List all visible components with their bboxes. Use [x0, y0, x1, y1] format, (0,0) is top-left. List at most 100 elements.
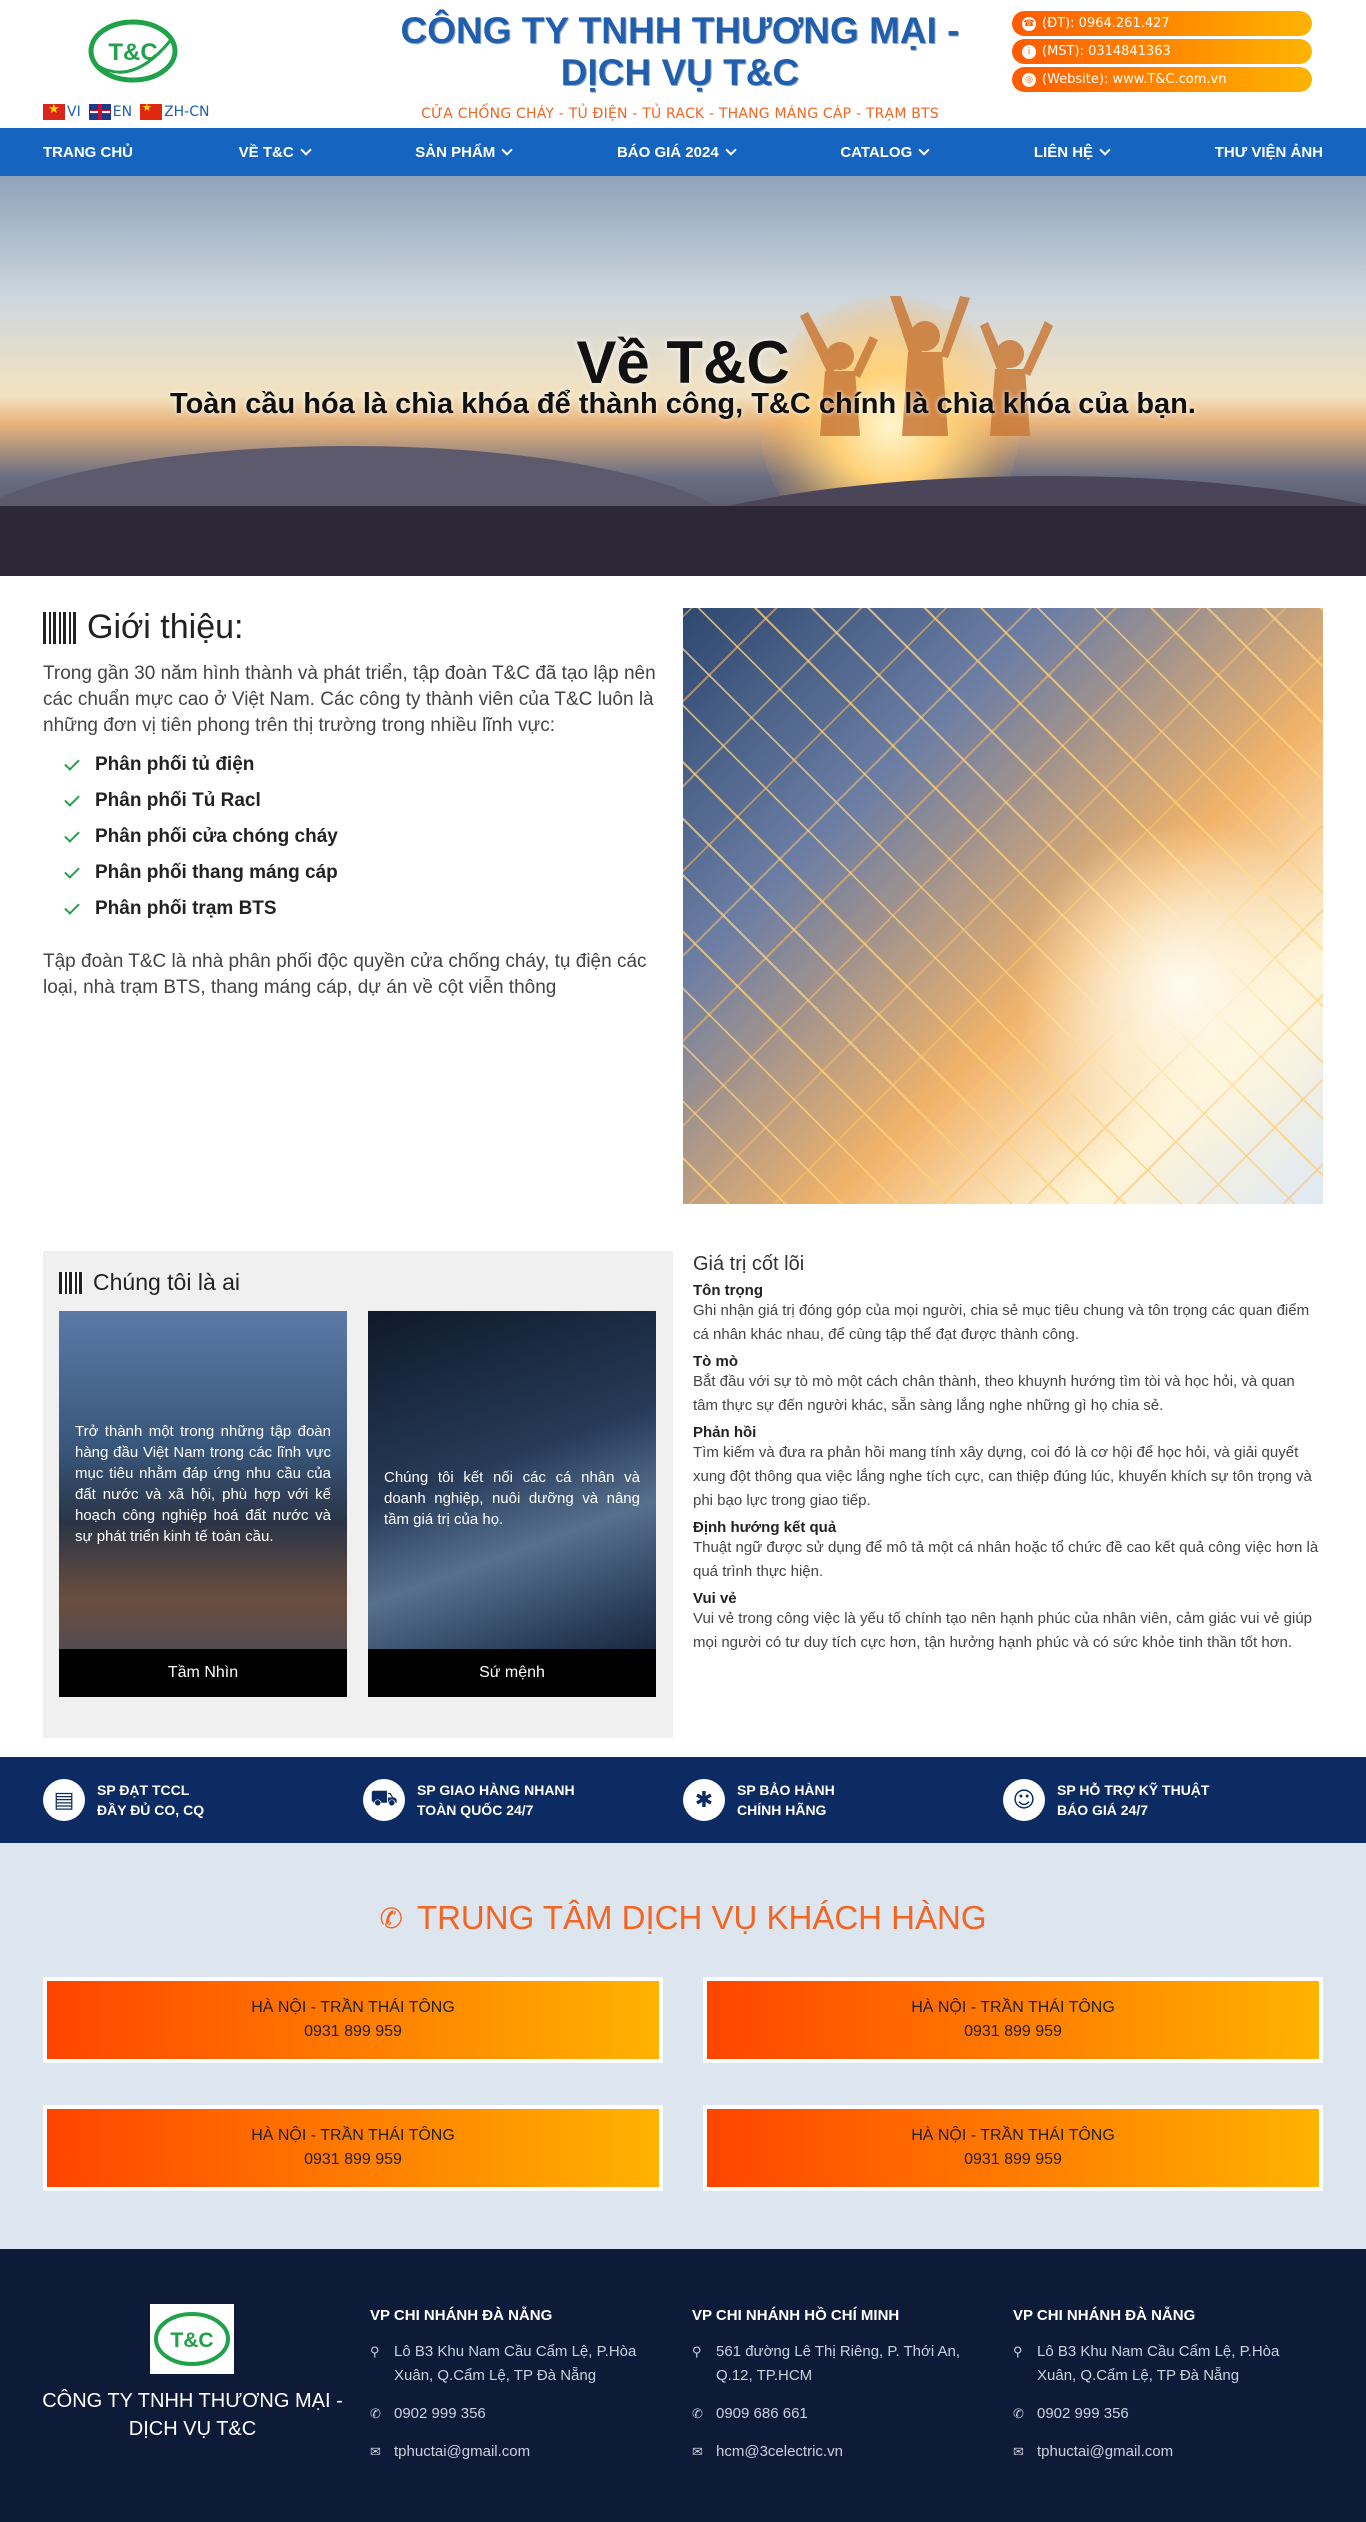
contact-tax-text: (MST): 0314841363: [1042, 44, 1171, 59]
lang-en[interactable]: EN: [88, 104, 133, 120]
nav-label: LIÊN HỆ: [1033, 143, 1094, 161]
logo-text: T&C: [108, 39, 157, 66]
footer-company-name: CÔNG TY TNHH THƯƠNG MẠI - DỊCH VỤ T&C: [30, 2387, 355, 2443]
branch-phone-text: 0909 686 661: [716, 2405, 808, 2422]
company-title: CÔNG TY TNHH THƯƠNG MẠI - DỊCH VỤ T&C: [380, 10, 980, 94]
branch-email[interactable]: ✉ tphuctai@gmail.com: [1013, 2440, 1313, 2464]
list-item-text: Phân phối cửa chóng cháy: [95, 826, 338, 847]
footer-logo-text: T&C: [170, 2329, 213, 2352]
check-icon: [64, 899, 80, 915]
nav-item-about[interactable]: VỀ T&C: [239, 143, 312, 161]
list-item-text: Phân phối Tủ Racl: [95, 790, 261, 811]
intro-paragraph-2: Tập đoàn T&C là nhà phân phối độc quyền …: [43, 951, 647, 998]
branch-phone[interactable]: ✆ 0902 999 356: [370, 2402, 670, 2426]
company-tagline: CỬA CHỐNG CHÁY - TỦ ĐIỆN - TỦ RACK - THA…: [421, 106, 939, 122]
intro-section: Giới thiệu: Trong gần 30 năm hình thành …: [43, 608, 673, 1001]
service-contact-name: HÀ NỘI - TRẦN THÁI TÔNG: [251, 1999, 455, 2016]
nav-item-pricing[interactable]: BÁO GIÁ 2024: [616, 143, 737, 161]
chevron-down-icon: [299, 143, 312, 156]
nav-item-home[interactable]: TRANG CHỦ: [43, 144, 133, 161]
value-description: Thuật ngữ được sử dụng để mô tả một cá n…: [693, 1539, 1319, 1580]
branch-title: VP CHI NHÁNH ĐÀ NẴNG: [370, 2307, 553, 2324]
branch-address: ⚲ Lô B3 Khu Nam Cầu Cẩm Lệ, P.Hòa Xuân, Q…: [370, 2340, 670, 2388]
lang-vi[interactable]: VI: [43, 104, 81, 120]
company-logo[interactable]: T&C: [88, 16, 178, 86]
list-item: Phân phối trạm BTS: [64, 891, 673, 927]
hero-mountain: [0, 506, 1366, 576]
footer-branch-danang-2: VP CHI NHÁNH ĐÀ NẴNG ⚲ Lô B3 Khu Nam Cầu …: [1013, 2307, 1313, 2478]
nav-label: SẢN PHẨM: [415, 143, 496, 161]
feature-quality: ▤ SP ĐẠT TCCL ĐẦY ĐỦ CO, CQ: [43, 1779, 363, 1821]
feature-delivery: ⛟ SP GIAO HÀNG NHANH TOÀN QUỐC 24/7: [363, 1779, 683, 1821]
service-title: ✆ TRUNG TÂM DỊCH VỤ KHÁCH HÀNG: [0, 1899, 1366, 1937]
branch-address-text: Lô B3 Khu Nam Cầu Cẩm Lệ, P.Hòa Xuân, Q.…: [1037, 2343, 1280, 2384]
service-contact-box[interactable]: HÀ NỘI - TRẦN THÁI TÔNG 0931 899 959: [43, 2105, 663, 2191]
branch-address: ⚲ 561 đường Lê Thị Riêng, P. Thới An, Q.1…: [692, 2340, 992, 2388]
value-description: Tìm kiếm và đưa ra phản hồi mang tính xâ…: [693, 1444, 1312, 1509]
who-heading-text: Chúng tôi là ai: [93, 1269, 241, 1295]
service-contact-box[interactable]: HÀ NỘI - TRẦN THÁI TÔNG 0931 899 959: [43, 1977, 663, 2063]
service-contact-name: HÀ NỘI - TRẦN THÁI TÔNG: [251, 2127, 455, 2144]
branch-address-text: Lô B3 Khu Nam Cầu Cẩm Lệ, P.Hòa Xuân, Q.…: [394, 2343, 637, 2384]
company-title-line1: CÔNG TY TNHH THƯƠNG MẠI -: [400, 10, 960, 51]
nav-item-products[interactable]: SẢN PHẨM: [415, 143, 513, 161]
info-icon: i: [1022, 44, 1036, 59]
branch-phone[interactable]: ✆ 0909 686 661: [692, 2402, 992, 2426]
value-name: Tôn trọng: [693, 1282, 763, 1299]
check-icon: [64, 863, 80, 879]
service-contact-box[interactable]: HÀ NỘI - TRẦN THÁI TÔNG 0931 899 959: [703, 2105, 1323, 2191]
branch-phone[interactable]: ✆ 0902 999 356: [1013, 2402, 1313, 2426]
vision-card[interactable]: Trở thành một trong những tập đoàn hàng …: [59, 1311, 347, 1697]
feature-line1: SP GIAO HÀNG NHANH: [417, 1782, 575, 1798]
support-icon: ☺: [1003, 1779, 1045, 1821]
branch-email[interactable]: ✉ tphuctai@gmail.com: [370, 2440, 670, 2464]
email-icon: ✉: [692, 2444, 703, 2459]
branch-address: ⚲ Lô B3 Khu Nam Cầu Cẩm Lệ, P.Hòa Xuân, Q…: [1013, 2340, 1313, 2388]
footer-branch-hcm: VP CHI NHÁNH HỒ CHÍ MINH ⚲ 561 đường Lê T…: [692, 2307, 992, 2478]
feature-line2: ĐẦY ĐỦ CO, CQ: [97, 1802, 205, 1818]
value-name: Định hướng kết quả: [693, 1519, 837, 1536]
chevron-down-icon: [918, 143, 930, 156]
core-values: Giá trị cốt lõi Tôn trọng Ghi nhận giá t…: [693, 1253, 1323, 1655]
footer-logo[interactable]: T&C: [150, 2304, 234, 2374]
lang-en-label: EN: [112, 104, 133, 120]
mission-card[interactable]: Chúng tôi kết nối các cá nhân và doanh n…: [368, 1311, 656, 1697]
value-name: Phản hồi: [693, 1424, 757, 1441]
location-pin-icon: ⚲: [370, 2344, 380, 2359]
feature-support: ☺ SP HỖ TRỢ KỸ THUẬT BÁO GIÁ 24/7: [1003, 1779, 1323, 1821]
chevron-down-icon: [501, 143, 513, 156]
site-header: T&C VI EN ZH-CN CÔNG TY TNHH THƯƠNG MẠI …: [0, 0, 1366, 128]
intro-list: Phân phối tủ điện Phân phối Tủ Racl Phân…: [43, 747, 673, 927]
intro-paragraph: Trong gần 30 năm hình thành và phát triể…: [43, 663, 656, 736]
location-pin-icon: ⚲: [1013, 2344, 1023, 2359]
intro-heading: Giới thiệu:: [43, 608, 673, 647]
branch-email[interactable]: ✉ hcm@3celectric.vn: [692, 2440, 992, 2464]
phone-icon: ✆: [379, 1902, 403, 1934]
footer-company-line2: DỊCH VỤ T&C: [128, 2418, 257, 2440]
list-item-text: Phân phối tủ điện: [95, 754, 255, 775]
hero-title: Về T&C: [576, 329, 790, 396]
nav-item-gallery[interactable]: THƯ VIỆN ẢNH: [1215, 144, 1323, 161]
intro-heading-text: Giới thiệu:: [87, 608, 244, 646]
branch-email-text: hcm@3celectric.vn: [716, 2443, 843, 2460]
contact-phone-text: (ĐT): 0964.261.427: [1042, 16, 1170, 31]
contact-tax[interactable]: i (MST): 0314841363: [1012, 39, 1312, 64]
who-we-are-section: Chúng tôi là ai Trở thành một trong nhữn…: [43, 1251, 673, 1738]
lang-zh-label: ZH-CN: [164, 104, 210, 120]
chevron-down-icon: [725, 143, 737, 156]
contact-website[interactable]: ◎ (Website): www.T&C.com.vn: [1012, 67, 1312, 92]
mission-label: Sứ mệnh: [368, 1649, 656, 1697]
feature-line1: SP ĐẠT TCCL: [97, 1782, 190, 1798]
contact-phone[interactable]: ☎ (ĐT): 0964.261.427: [1012, 11, 1312, 36]
nav-item-contact[interactable]: LIÊN HỆ: [1033, 143, 1111, 161]
lang-zh[interactable]: ZH-CN: [140, 104, 209, 120]
list-item-text: Phân phối thang máng cáp: [95, 862, 338, 883]
feature-line1: SP BẢO HÀNH: [737, 1782, 835, 1798]
value-description: Ghi nhận giá trị đóng góp của mọi người,…: [693, 1302, 1310, 1343]
nav-label: BÁO GIÁ 2024: [616, 143, 719, 161]
vietnam-flag-icon: [43, 104, 65, 120]
service-contact-box[interactable]: HÀ NỘI - TRẦN THÁI TÔNG 0931 899 959: [703, 1977, 1323, 2063]
nav-item-catalog[interactable]: CATALOG: [840, 143, 930, 161]
chevron-down-icon: [1099, 143, 1111, 156]
feature-line1: SP HỖ TRỢ KỸ THUẬT: [1057, 1782, 1210, 1798]
